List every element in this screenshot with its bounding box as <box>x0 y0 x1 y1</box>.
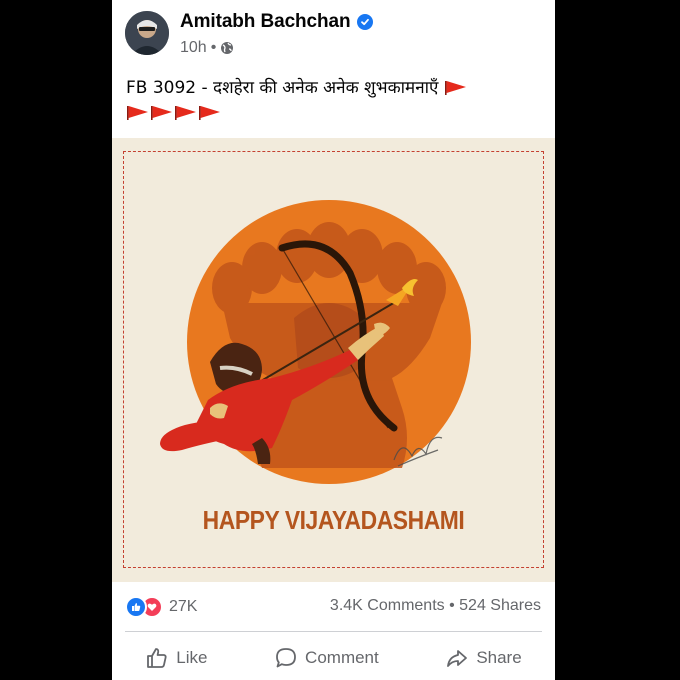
red-pennant-flag-icon <box>444 81 466 95</box>
post-actions: Like Comment Share <box>112 638 555 678</box>
author-avatar[interactable] <box>125 11 169 55</box>
comment-button[interactable]: Comment <box>264 642 389 674</box>
like-label: Like <box>176 648 208 667</box>
actions-divider <box>125 631 542 632</box>
share-button[interactable]: Share <box>435 642 531 674</box>
red-pennant-flag-icon <box>151 106 172 120</box>
verified-badge-icon <box>356 14 373 30</box>
engagement-summary: 3.4K Comments • 524 Shares <box>330 597 541 615</box>
facebook-post-card: Amitabh Bachchan 10h • FB 3092 - दशहेरा … <box>112 0 555 680</box>
caption-text: FB 3092 - दशहेरा की अनेक अनेक शुभकामनाएँ <box>126 78 439 98</box>
flag-row <box>126 104 541 122</box>
like-button[interactable]: Like <box>135 642 217 674</box>
post-meta: 10h • <box>180 39 234 57</box>
shares-count[interactable]: 524 Shares <box>459 597 541 614</box>
globe-icon[interactable] <box>220 41 234 55</box>
red-pennant-flag-icon <box>127 106 148 120</box>
red-pennant-flag-icon <box>175 106 196 120</box>
thumbs-up-icon <box>147 648 167 668</box>
reaction-summary[interactable]: 27K <box>125 596 197 618</box>
post-caption: FB 3092 - दशहेरा की अनेक अनेक शुभकामनाएँ <box>126 75 541 122</box>
reaction-count: 27K <box>169 598 198 615</box>
red-pennant-flag-icon <box>199 106 220 120</box>
comments-count[interactable]: 3.4K Comments <box>330 597 445 614</box>
meta-separator: • <box>210 39 217 56</box>
share-label: Share <box>476 648 522 667</box>
speech-bubble-icon <box>276 648 296 668</box>
share-arrow-icon <box>447 650 468 667</box>
greeting-text: HAPPY VIJAYADASHAMI <box>202 505 465 535</box>
comment-label: Comment <box>305 648 379 667</box>
post-time[interactable]: 10h <box>180 39 207 57</box>
author-name-row: Amitabh Bachchan <box>180 11 373 33</box>
engagement-separator: • <box>449 597 455 614</box>
post-image[interactable]: HAPPY VIJAYADASHAMI <box>112 138 555 582</box>
author-name[interactable]: Amitabh Bachchan <box>180 11 351 33</box>
thumbs-up-icon <box>125 596 147 618</box>
